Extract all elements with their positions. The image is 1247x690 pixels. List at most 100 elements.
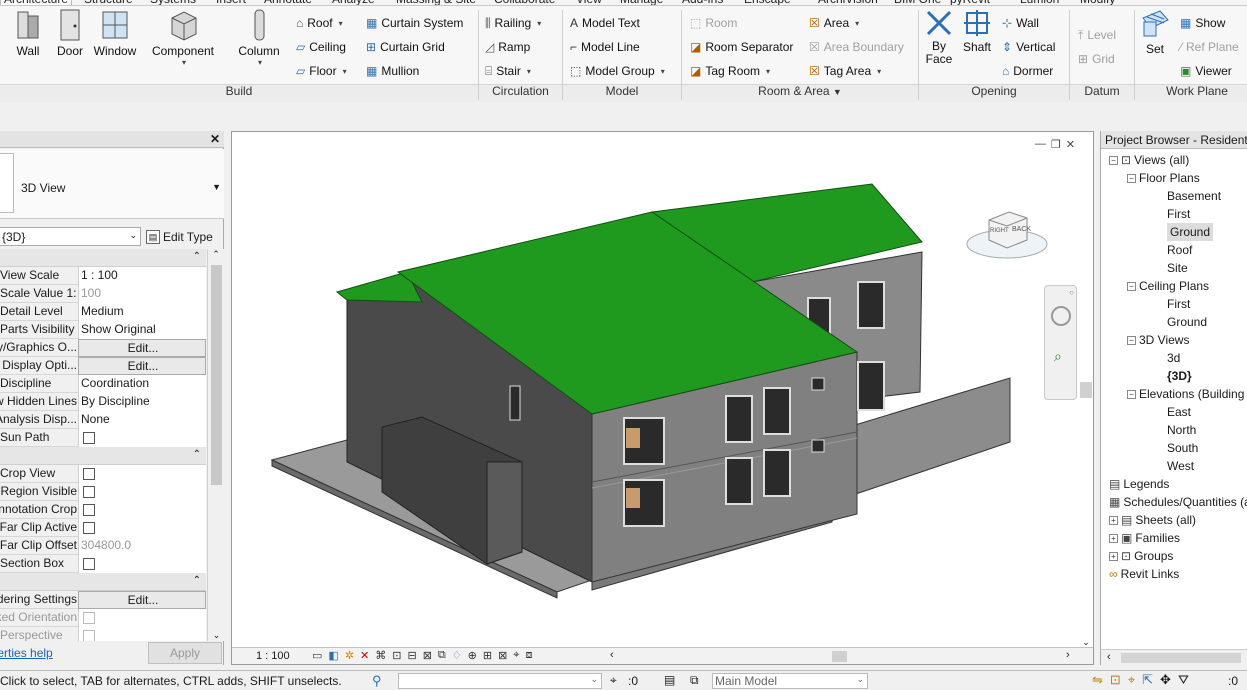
ceiling-button[interactable]: ▱ Ceiling: [296, 38, 346, 56]
scroll-left-icon[interactable]: ‹: [610, 649, 614, 661]
panel-label-model[interactable]: Model: [563, 84, 681, 100]
select-underlay-icon[interactable]: ⊡: [1110, 672, 1121, 688]
curtain-grid-button[interactable]: ⊞ Curtain Grid: [366, 38, 445, 56]
browser-item[interactable]: West: [1167, 457, 1194, 475]
collapse-icon[interactable]: −: [1109, 155, 1118, 165]
browser-item[interactable]: − Floor Plans: [1127, 169, 1200, 187]
browser-item[interactable]: Site: [1167, 259, 1188, 277]
railing-button[interactable]: ⫼ Railing ▾: [485, 14, 541, 32]
steeringwheel-icon[interactable]: [1051, 306, 1071, 326]
browser-item[interactable]: Ground: [1167, 223, 1214, 241]
browser-item[interactable]: North: [1167, 421, 1196, 439]
tag-area-button[interactable]: ☒ Tag Area ▾: [809, 62, 881, 80]
checkbox[interactable]: [83, 486, 95, 498]
browser-horizontal-scrollbar[interactable]: ‹: [1101, 649, 1247, 665]
panel-label-build[interactable]: Build: [0, 84, 478, 100]
checkbox[interactable]: [83, 432, 95, 444]
browser-item[interactable]: + ▣ Families: [1109, 529, 1180, 547]
shaft-button[interactable]: Shaft: [960, 8, 994, 54]
collapse-icon[interactable]: −: [1127, 281, 1136, 291]
checkbox[interactable]: [83, 522, 95, 534]
roof-button[interactable]: ⌂ Roof ▾: [296, 14, 343, 32]
close-icon[interactable]: ✕: [210, 132, 220, 146]
browser-item[interactable]: Ground: [1167, 313, 1207, 331]
by-face-button[interactable]: By Face: [922, 8, 956, 66]
browser-item[interactable]: ▦ Schedules/Quantities (all): [1109, 493, 1247, 511]
collapse-icon[interactable]: −: [1127, 389, 1136, 399]
viewcube[interactable]: BACK RIGHT: [965, 202, 1049, 268]
property-edit-button[interactable]: Edit...: [78, 591, 206, 609]
panel-label-opening[interactable]: Opening: [919, 84, 1069, 100]
temporary-properties-icon[interactable]: ⊕: [468, 649, 477, 662]
rendering-icon[interactable]: ⌘: [375, 649, 386, 662]
property-checkbox[interactable]: [78, 429, 206, 447]
room-button[interactable]: ⬚ Room: [690, 14, 737, 32]
apply-button[interactable]: Apply: [148, 642, 222, 664]
property-checkbox[interactable]: [78, 483, 206, 501]
vertical-button[interactable]: ⇕ Vertical: [1002, 38, 1055, 56]
property-checkbox[interactable]: [78, 627, 206, 641]
browser-item[interactable]: −Elevations (Building Elevation): [1127, 385, 1247, 403]
level-button[interactable]: ⤒ Level: [1078, 26, 1116, 44]
properties-help-link[interactable]: Properties help: [0, 646, 53, 660]
scroll-right-icon[interactable]: ›: [1066, 649, 1070, 661]
scrollbar-thumb[interactable]: [1080, 382, 1092, 398]
scroll-down-icon[interactable]: ⌄: [208, 630, 224, 641]
expand-icon[interactable]: +: [1109, 551, 1118, 561]
wall-button[interactable]: Wall: [10, 8, 46, 58]
curtain-system-button[interactable]: ▦ Curtain System: [366, 14, 463, 32]
filter-selection-icon[interactable]: ⛛: [1178, 672, 1189, 688]
checkbox[interactable]: [83, 558, 95, 570]
area-boundary-button[interactable]: ☒ Area Boundary: [809, 38, 904, 56]
browser-item[interactable]: East: [1167, 403, 1191, 421]
checkbox[interactable]: [83, 630, 95, 641]
property-value[interactable]: Coordination: [78, 375, 206, 393]
worksets-icon[interactable]: ⚲: [372, 673, 382, 689]
section-header-extents[interactable]: ⌃: [0, 447, 206, 465]
analytical-model-icon[interactable]: ⊞: [483, 649, 492, 662]
collapse-icon[interactable]: −: [1127, 173, 1136, 183]
select-by-face-icon[interactable]: ⇱: [1142, 672, 1153, 688]
property-checkbox[interactable]: [78, 501, 206, 519]
property-value[interactable]: Medium: [78, 303, 206, 321]
horizontal-scrollbar-thumb[interactable]: [832, 651, 847, 662]
view-3d-canvas[interactable]: — ❐ ✕ BACK RIGHT ⌕ ○ ⌄ 1: 100 ▭ ◧ ✲ ✕ ⌘…: [231, 131, 1094, 665]
grid-button[interactable]: ⊞ Grid: [1078, 50, 1115, 68]
property-edit-button[interactable]: Edit...: [78, 339, 206, 357]
property-checkbox[interactable]: [78, 465, 206, 483]
panel-label-datum[interactable]: Datum: [1070, 84, 1134, 100]
section-header-camera[interactable]: ⌃: [0, 573, 206, 591]
building-model[interactable]: [232, 132, 1093, 647]
browser-item[interactable]: + ▤ Sheets (all): [1109, 511, 1196, 529]
scroll-up-icon[interactable]: ⌃: [208, 249, 224, 260]
viewer-button[interactable]: ▣ Viewer: [1180, 62, 1232, 80]
door-button[interactable]: Door: [54, 8, 86, 58]
browser-item[interactable]: Basement: [1167, 187, 1221, 205]
scrollbar-thumb[interactable]: [1121, 653, 1241, 663]
active-workset-dropdown[interactable]: ⌄: [398, 673, 602, 689]
model-text-button[interactable]: A Model Text: [570, 14, 640, 32]
shadows-icon[interactable]: ✕: [360, 649, 369, 662]
crop-view-icon[interactable]: ⊡: [392, 649, 401, 662]
checkbox[interactable]: [83, 612, 95, 624]
expand-icon[interactable]: +: [1109, 533, 1118, 543]
browser-item[interactable]: ∞ Revit Links: [1109, 565, 1179, 583]
dormer-button[interactable]: ⌂ Dormer: [1002, 62, 1053, 80]
reveal-constraints-icon[interactable]: ⌖: [513, 649, 519, 662]
visual-style-icon[interactable]: ◧: [328, 649, 338, 662]
viewcube-right-face[interactable]: RIGHT: [990, 228, 1009, 234]
property-value[interactable]: By Discipline: [78, 393, 206, 411]
temporary-hide-icon[interactable]: ⧉: [438, 649, 446, 662]
drag-on-selection-icon[interactable]: ✥: [1160, 672, 1171, 688]
design-options-icon[interactable]: ▤: [664, 673, 675, 687]
select-pinned-icon[interactable]: ⌖: [1128, 672, 1135, 688]
room-separator-button[interactable]: ◪ Room Separator: [690, 38, 793, 56]
property-checkbox[interactable]: [78, 555, 206, 573]
scroll-left-icon[interactable]: ‹: [1107, 651, 1111, 663]
viewcube-back-face[interactable]: BACK: [1012, 226, 1031, 233]
browser-item[interactable]: 3d: [1167, 349, 1180, 367]
collapse-icon[interactable]: −: [1127, 335, 1136, 345]
properties-scrollbar[interactable]: ⌃ ⌄: [207, 249, 224, 641]
panel-label-work-plane[interactable]: Work Plane: [1135, 84, 1247, 100]
reveal-hidden-icon[interactable]: ♢: [452, 649, 462, 662]
